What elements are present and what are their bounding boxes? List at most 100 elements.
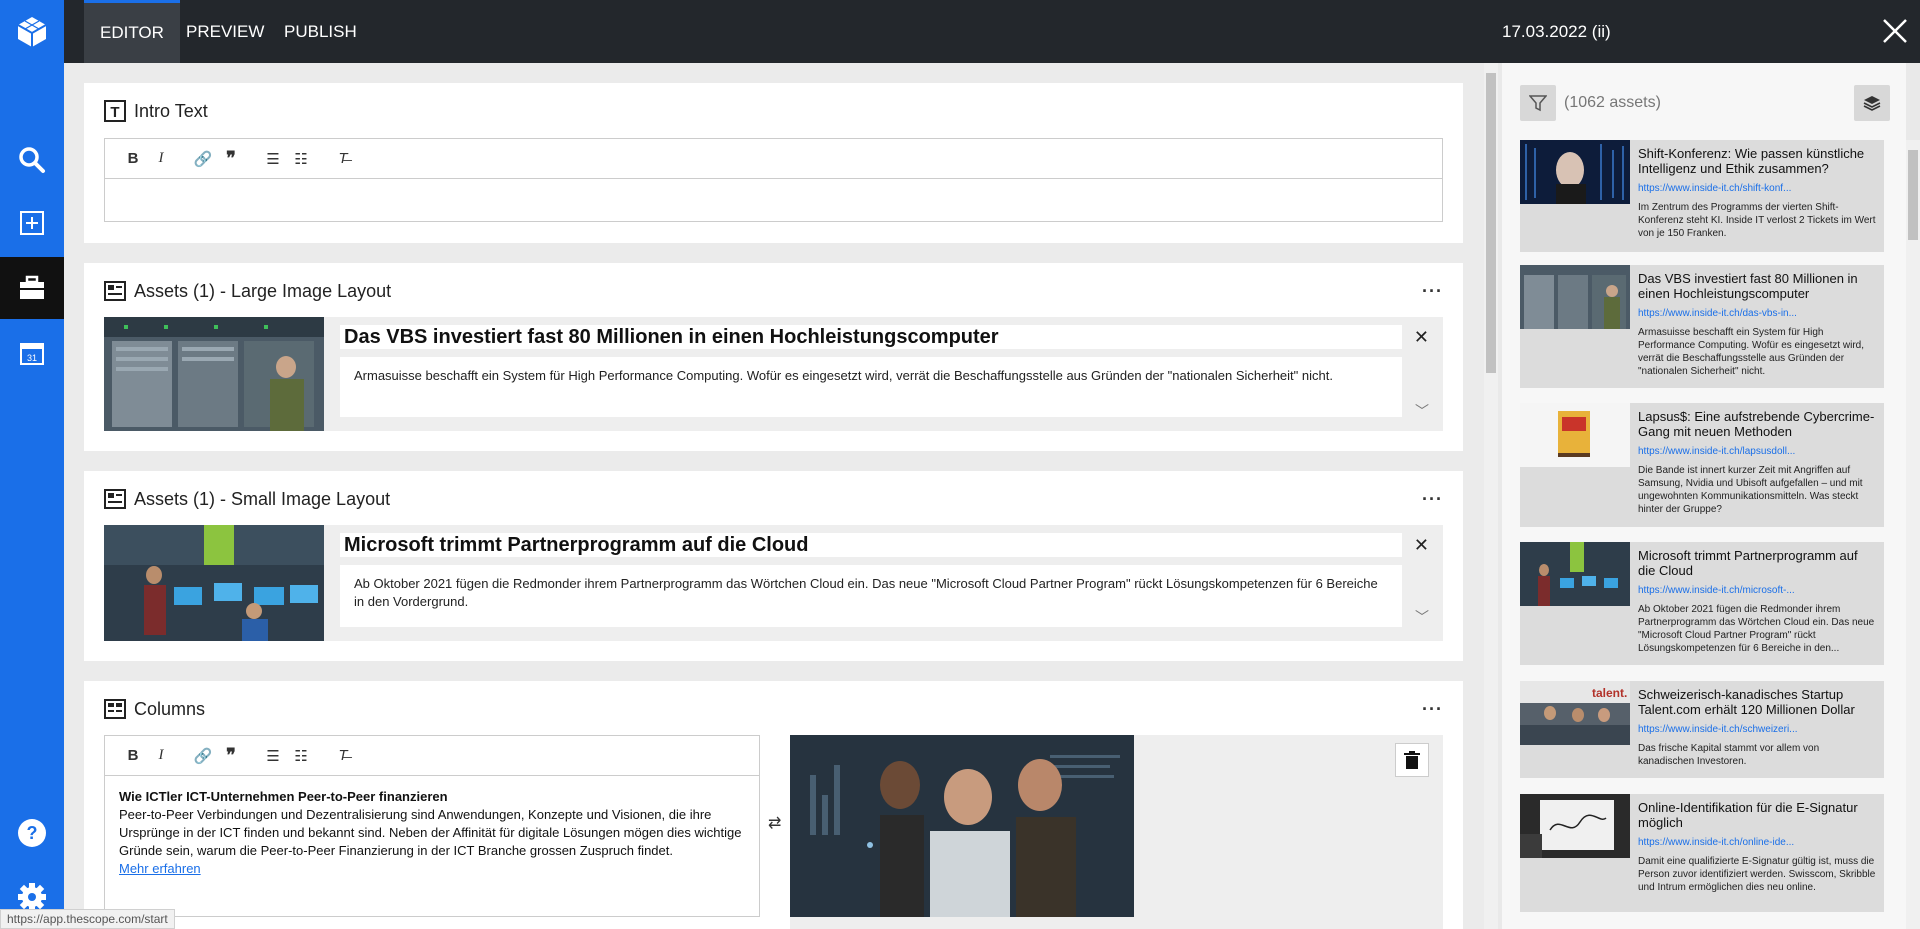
tab-publish[interactable]: PUBLISH xyxy=(268,0,373,63)
asset-card-url[interactable]: https://www.inside-it.ch/das-vbs-in... xyxy=(1638,306,1878,321)
chevron-down-icon[interactable]: ﹀ xyxy=(1415,401,1429,421)
search-button[interactable] xyxy=(0,129,64,191)
svg-text:?: ? xyxy=(27,823,38,843)
asset-card[interactable]: Shift-Konferenz: Wie passen künstliche I… xyxy=(1520,140,1884,252)
filter-button[interactable] xyxy=(1520,85,1556,121)
tab-label: PREVIEW xyxy=(186,21,265,41)
app-logo[interactable] xyxy=(0,0,64,63)
search-icon xyxy=(19,147,45,173)
asset-card-url[interactable]: https://www.inside-it.ch/microsoft-... xyxy=(1638,583,1878,598)
bullet-list-icon[interactable]: ☷ xyxy=(287,147,315,171)
block-title: Assets (1) - Small Image Layout xyxy=(134,488,391,509)
assets-header: (1062 assets) xyxy=(1520,85,1890,121)
ordered-list-icon[interactable]: ☰ xyxy=(259,744,287,768)
columns-block: Columns ··· B I 🔗 ❞ ☰ ☷ T̶ Wie ICTler IC… xyxy=(84,681,1463,929)
tab-preview[interactable]: PREVIEW xyxy=(170,0,280,63)
column-rich-text-editor[interactable]: B I 🔗 ❞ ☰ ☷ T̶ Wie ICTler ICT-Unternehme… xyxy=(104,735,760,917)
column-body: Peer-to-Peer Verbindungen und Dezentrali… xyxy=(119,807,742,858)
asset-item: Microsoft trimmt Partnerprogramm auf die… xyxy=(104,525,1443,641)
assets-small-block: Assets (1) - Small Image Layout ··· Micr… xyxy=(84,471,1463,661)
read-more-link[interactable]: Mehr erfahren xyxy=(119,861,201,876)
asset-card[interactable]: talent. Schweizerisch-kanadisches Startu… xyxy=(1520,681,1884,778)
block-header: Assets (1) - Large Image Layout xyxy=(104,279,391,303)
delete-button[interactable] xyxy=(1395,743,1429,777)
more-options-button[interactable]: ··· xyxy=(1422,489,1443,510)
remove-asset-button[interactable]: ✕ xyxy=(1414,327,1429,348)
bullet-list-icon[interactable]: ☷ xyxy=(287,744,315,768)
asset-card-url[interactable]: https://www.inside-it.ch/shift-konf... xyxy=(1638,181,1878,196)
asset-title[interactable]: Das VBS investiert fast 80 Millionen in … xyxy=(340,325,1402,349)
asset-card[interactable]: Microsoft trimmt Partnerprogramm auf die… xyxy=(1520,542,1884,665)
block-header: Assets (1) - Small Image Layout xyxy=(104,487,390,511)
chevron-down-icon[interactable]: ﹀ xyxy=(1415,607,1429,627)
quote-icon[interactable]: ❞ xyxy=(217,744,245,768)
layers-button[interactable] xyxy=(1854,85,1890,121)
status-url: https://app.thescope.com/start xyxy=(0,909,175,929)
asset-card[interactable]: Online-Identifikation für die E-Signatur… xyxy=(1520,794,1884,912)
asset-thumbnail xyxy=(1520,403,1630,467)
scrollbar-thumb[interactable] xyxy=(1908,150,1918,240)
asset-card-title: Schweizerisch-kanadisches Startup Talent… xyxy=(1638,687,1855,717)
asset-thumbnail: talent. xyxy=(1520,681,1630,745)
ordered-list-icon[interactable]: ☰ xyxy=(259,147,287,171)
bold-icon[interactable]: B xyxy=(119,147,147,171)
briefcase-button[interactable] xyxy=(0,257,64,319)
asset-card-url[interactable]: https://www.inside-it.ch/lapsusdoll... xyxy=(1638,444,1878,459)
calendar-button[interactable]: 31 xyxy=(0,322,64,384)
add-button[interactable] xyxy=(0,192,64,254)
close-button[interactable] xyxy=(1880,16,1910,46)
tab-label: EDITOR xyxy=(100,23,164,42)
column-text[interactable]: Wie ICTler ICT-Unternehmen Peer-to-Peer … xyxy=(105,776,759,890)
more-options-button[interactable]: ··· xyxy=(1422,699,1443,720)
close-icon xyxy=(1883,19,1907,43)
remove-asset-button[interactable]: ✕ xyxy=(1414,535,1429,556)
plus-square-icon xyxy=(20,211,44,235)
link-icon[interactable]: 🔗 xyxy=(189,147,217,171)
asset-image xyxy=(104,317,324,431)
asset-card-text: Schweizerisch-kanadisches Startup Talent… xyxy=(1638,687,1878,768)
image-column xyxy=(790,735,1443,929)
column-heading: Wie ICTler ICT-Unternehmen Peer-to-Peer … xyxy=(119,789,448,804)
asset-card-url[interactable]: https://www.inside-it.ch/online-ide... xyxy=(1638,835,1878,850)
bold-icon[interactable]: B xyxy=(119,744,147,768)
cube-logo-icon xyxy=(17,16,47,47)
quote-icon[interactable]: ❞ xyxy=(217,147,245,171)
asset-card-url[interactable]: https://www.inside-it.ch/schweizeri... xyxy=(1638,722,1878,737)
filter-icon xyxy=(1529,95,1547,112)
calendar-icon: 31 xyxy=(20,343,44,365)
asset-card[interactable]: Das VBS investiert fast 80 Millionen in … xyxy=(1520,265,1884,388)
columns-block-icon xyxy=(104,698,126,720)
intro-rich-text-editor[interactable]: B I 🔗 ❞ ☰ ☷ T̶ xyxy=(104,138,1443,222)
asset-card-title: Lapsus$: Eine aufstrebende Cybercrime-Ga… xyxy=(1638,409,1875,439)
editor-scrollbar[interactable] xyxy=(1484,63,1498,929)
more-options-button[interactable]: ··· xyxy=(1422,281,1443,302)
link-icon[interactable]: 🔗 xyxy=(189,744,217,768)
asset-description[interactable]: Ab Oktober 2021 fügen die Redmonder ihre… xyxy=(340,565,1402,627)
asset-card-description: Damit eine qualifizierte E-Signatur gült… xyxy=(1638,856,1876,893)
briefcase-icon xyxy=(20,275,44,299)
asset-card-description: Ab Oktober 2021 fügen die Redmonder ihre… xyxy=(1638,604,1875,654)
scrollbar-thumb[interactable] xyxy=(1486,73,1496,373)
editor-area: T Intro Text B I 🔗 ❞ ☰ ☷ T̶ Assets (1) -… xyxy=(64,63,1484,929)
italic-icon[interactable]: I xyxy=(147,147,175,171)
asset-card[interactable]: Lapsus$: Eine aufstrebende Cybercrime-Ga… xyxy=(1520,403,1884,527)
clear-format-icon[interactable]: T̶ xyxy=(329,744,357,768)
layout-block-icon xyxy=(104,280,126,302)
asset-title[interactable]: Microsoft trimmt Partnerprogramm auf die… xyxy=(340,533,1402,557)
trash-icon xyxy=(1404,751,1420,769)
intro-text-block: T Intro Text B I 🔗 ❞ ☰ ☷ T̶ xyxy=(84,83,1463,243)
tab-editor[interactable]: EDITOR xyxy=(84,0,180,63)
asset-description[interactable]: Armasuisse beschafft ein System für High… xyxy=(340,357,1402,417)
clear-format-icon[interactable]: T̶ xyxy=(329,147,357,171)
top-bar: EDITOR PREVIEW PUBLISH 17.03.2022 (ii) xyxy=(64,0,1920,63)
layers-icon xyxy=(1863,96,1881,111)
swap-columns-icon[interactable]: ⇄ xyxy=(768,813,781,833)
asset-item: Das VBS investiert fast 80 Millionen in … xyxy=(104,317,1443,431)
block-title: Columns xyxy=(134,698,206,719)
help-button[interactable]: ? xyxy=(0,802,64,864)
italic-icon[interactable]: I xyxy=(147,744,175,768)
asset-thumbnail xyxy=(1520,794,1630,858)
assets-scrollbar[interactable] xyxy=(1906,140,1920,929)
rte-toolbar: B I 🔗 ❞ ☰ ☷ T̶ xyxy=(105,736,759,776)
gear-icon xyxy=(18,883,46,911)
